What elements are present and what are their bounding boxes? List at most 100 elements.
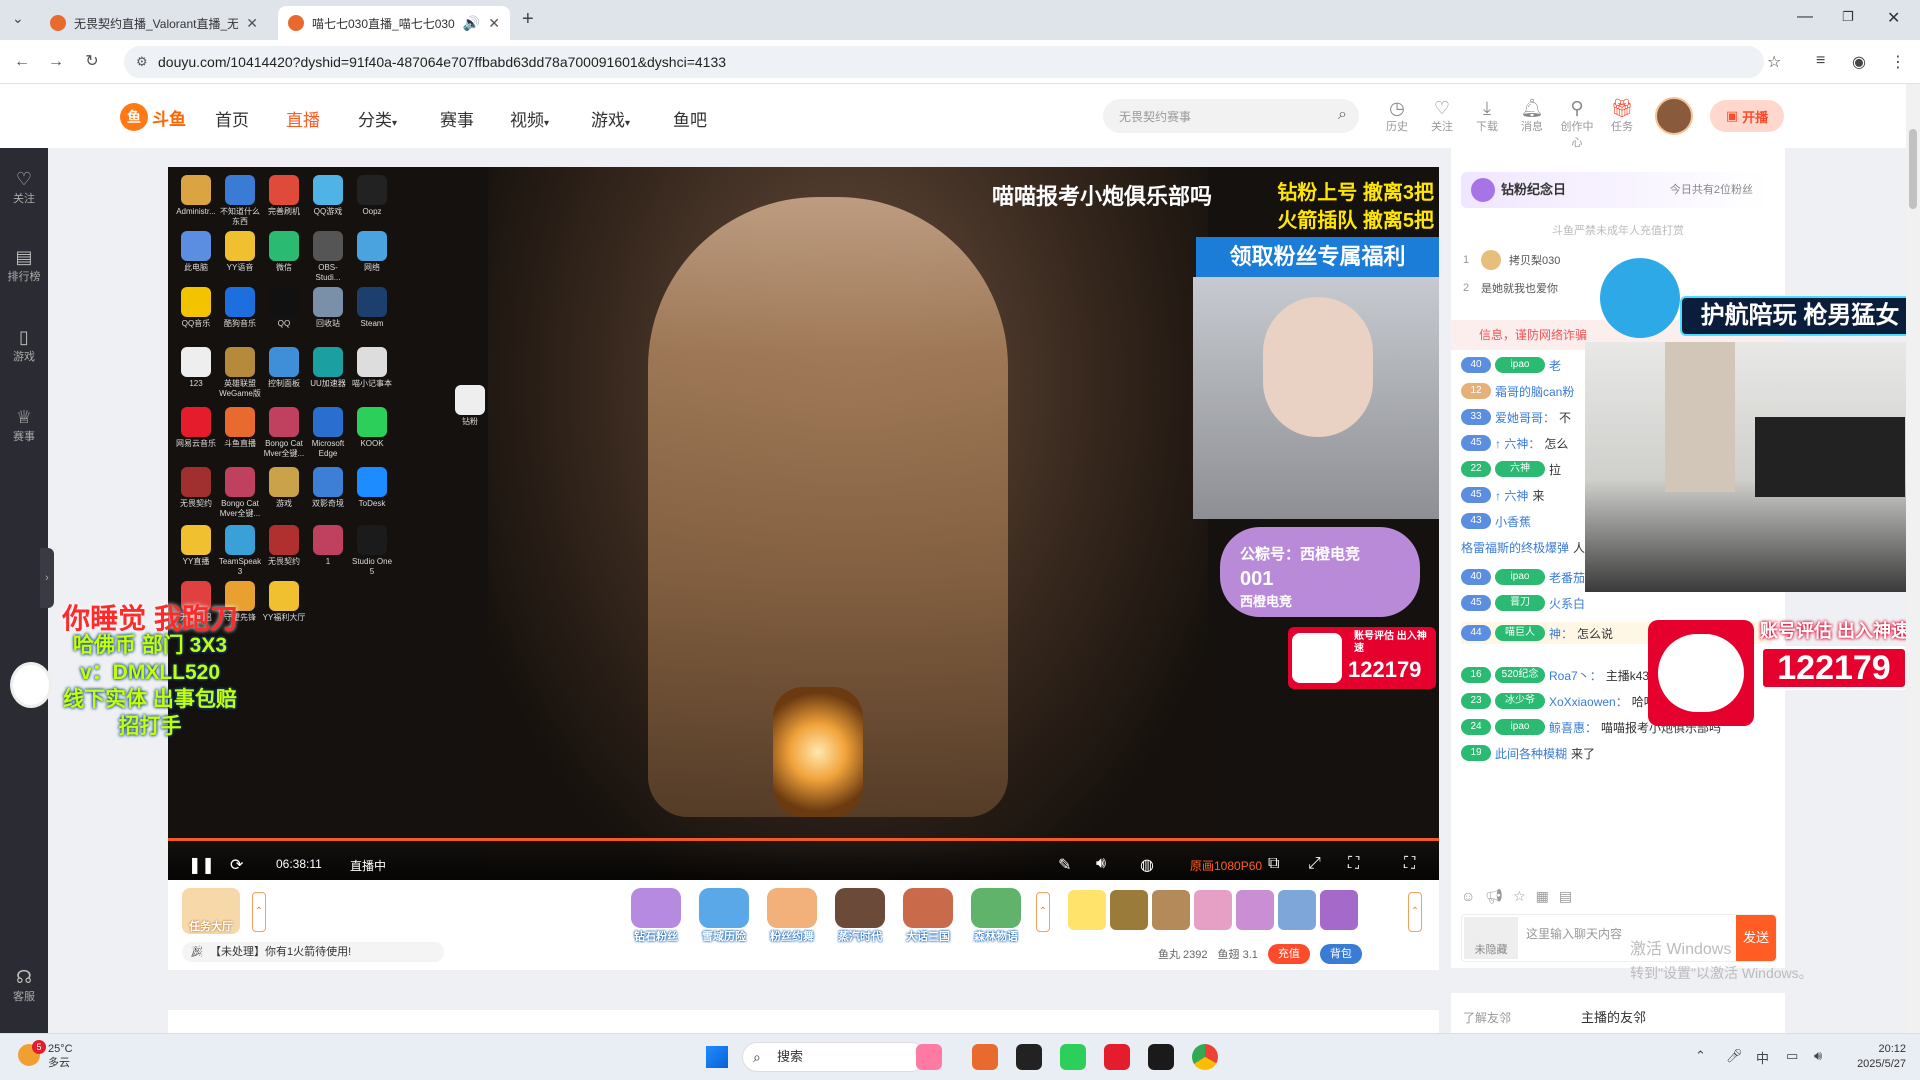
- nav-games[interactable]: 游戏▾: [591, 106, 630, 131]
- danmaku-icon[interactable]: ◍: [1140, 855, 1154, 875]
- sidebar-item-game[interactable]: ▯ 游戏: [0, 326, 48, 364]
- chat-username[interactable]: XoXxiaowen：: [1549, 693, 1628, 710]
- bookmark-star-icon[interactable]: ☆: [1767, 52, 1781, 72]
- start-live-button[interactable]: ▣ 开播: [1710, 100, 1784, 132]
- nav-home[interactable]: 首页: [215, 106, 249, 131]
- item-slot[interactable]: [1320, 890, 1358, 930]
- recharge-button[interactable]: 充值: [1267, 944, 1310, 964]
- scrollbar-thumb[interactable]: [1909, 129, 1917, 209]
- chat-username[interactable]: ↑ 六神：: [1495, 435, 1540, 452]
- audio-icon[interactable]: 🔊: [463, 15, 480, 32]
- desktop-icon[interactable]: Microsoft Edge: [306, 407, 350, 459]
- start-button[interactable]: [706, 1046, 728, 1068]
- desktop-icon[interactable]: QQ音乐: [174, 287, 218, 339]
- search-icon[interactable]: ⌕: [1338, 106, 1347, 124]
- desktop-icon[interactable]: ToDesk: [350, 467, 394, 519]
- refresh-icon[interactable]: ⟳: [230, 855, 243, 875]
- chat-username[interactable]: 小香蕉: [1495, 513, 1531, 530]
- minimize-button[interactable]: —: [1797, 8, 1813, 26]
- weather-widget[interactable]: 5 25°C 多云: [18, 1040, 73, 1070]
- star-icon[interactable]: ☆: [1513, 888, 1526, 908]
- sidebar-item-rank[interactable]: ▤ 排行榜: [0, 246, 48, 284]
- desktop-icon[interactable]: 英雄联盟WeGame版: [218, 347, 262, 399]
- speaker-icon[interactable]: 🔊︎: [1814, 1048, 1822, 1064]
- item-slot[interactable]: [1152, 890, 1190, 930]
- fullscreen-page-icon[interactable]: ⛶: [1404, 855, 1415, 873]
- desktop-icon[interactable]: 完善刷机: [262, 175, 306, 227]
- edit-icon[interactable]: ✎: [1058, 855, 1071, 875]
- chat-username[interactable]: 霜哥的脑can粉: [1495, 383, 1574, 400]
- menu-icon[interactable]: ⋮: [1890, 52, 1906, 72]
- chat-username[interactable]: 神：: [1549, 625, 1573, 642]
- search-input[interactable]: 无畏契约赛事 ⌕: [1103, 99, 1359, 133]
- item-slot[interactable]: [1236, 890, 1274, 930]
- gift-scroll-left[interactable]: ⌃: [252, 892, 266, 932]
- desktop-icon[interactable]: YY直播: [174, 525, 218, 577]
- mic-icon[interactable]: 🎤︎: [1726, 1048, 1743, 1064]
- desktop-icon[interactable]: 123: [174, 347, 218, 399]
- taskbar-app-netease[interactable]: [1104, 1044, 1130, 1070]
- desktop-icon[interactable]: 喵小记事本: [350, 347, 394, 399]
- desktop-icon[interactable]: QQ: [262, 287, 306, 339]
- follow-button[interactable]: ♡ 关注: [1425, 98, 1459, 134]
- desktop-icon[interactable]: Studio One 5: [350, 525, 394, 577]
- quality-selector[interactable]: 原画1080P60: [1190, 857, 1262, 874]
- taskbar-app-douyu[interactable]: [972, 1044, 998, 1070]
- tab-current[interactable]: 喵七七030直播_喵七七030 🔊 ✕: [278, 6, 510, 40]
- rocket-notice[interactable]: 🎉︎ 【未处理】你有1火箭待使用!: [182, 942, 444, 962]
- sidebar-expand-button[interactable]: ›: [40, 548, 54, 608]
- desktop-icon[interactable]: 不知道什么东西: [218, 175, 262, 227]
- tab-valorant[interactable]: 无畏契约直播_Valorant直播_无 ✕: [40, 6, 268, 40]
- close-icon[interactable]: ✕: [246, 15, 258, 32]
- wide-icon[interactable]: ⤢: [1308, 855, 1321, 873]
- desktop-icon[interactable]: 网易云音乐: [174, 407, 218, 459]
- desktop-icon[interactable]: Steam: [350, 287, 394, 339]
- taskbar-search[interactable]: ⌕ 搜索: [742, 1042, 926, 1072]
- item-slot[interactable]: [1278, 890, 1316, 930]
- taskbar-app-pinball[interactable]: [916, 1044, 942, 1070]
- desktop-icon[interactable]: 酷狗音乐: [218, 287, 262, 339]
- tab-search-icon[interactable]: ⌄: [12, 10, 24, 27]
- desktop-icon[interactable]: Oopz: [350, 175, 394, 227]
- forward-button[interactable]: →: [46, 52, 66, 72]
- window-close-button[interactable]: ✕: [1887, 8, 1900, 28]
- desktop-icon[interactable]: 网络: [350, 231, 394, 283]
- desktop-icon[interactable]: 控制面板: [262, 347, 306, 399]
- chat-username[interactable]: 鲸喜惠：: [1549, 719, 1597, 736]
- network-icon[interactable]: ▭: [1786, 1048, 1798, 1064]
- chat-username[interactable]: 火系白: [1549, 595, 1585, 612]
- item-slot[interactable]: [1110, 890, 1148, 930]
- chat-username[interactable]: Roa7丶：: [1549, 667, 1602, 684]
- nav-events[interactable]: 赛事: [440, 106, 474, 131]
- download-button[interactable]: ⤓ 下载: [1470, 98, 1504, 134]
- user-avatar[interactable]: [1655, 97, 1693, 135]
- volume-icon[interactable]: 🔊︎: [1096, 855, 1106, 873]
- gift-item[interactable]: 森林物语: [966, 888, 1026, 944]
- desktop-icon[interactable]: 钻粉: [448, 385, 492, 437]
- item-slot[interactable]: [1068, 890, 1106, 930]
- video-player[interactable]: Administr... 不知道什么东西 完善刷机 QQ游戏 Oopz 此电脑 YY语音 微信…: [168, 167, 1439, 880]
- send-button[interactable]: 发送: [1736, 915, 1776, 961]
- desktop-icon[interactable]: 1: [306, 525, 350, 577]
- gift-item[interactable]: 雪域历险: [694, 888, 754, 944]
- gift-item[interactable]: 大话三国: [898, 888, 958, 944]
- sidebar-item-events[interactable]: ♕ 赛事: [0, 406, 48, 444]
- nav-live[interactable]: 直播: [286, 106, 320, 131]
- pause-icon[interactable]: ❚❚: [188, 855, 215, 875]
- douyu-logo[interactable]: 鱼 斗鱼: [120, 100, 198, 134]
- reload-button[interactable]: ↻: [82, 52, 102, 72]
- chat-message[interactable]: 19 此间各种模糊 来了: [1461, 742, 1771, 764]
- taskbar-app-obs[interactable]: [1016, 1044, 1042, 1070]
- backpack-button[interactable]: 背包: [1319, 944, 1362, 964]
- fan-anniversary[interactable]: 钻粉纪念日 今日共有2位粉丝: [1461, 172, 1767, 208]
- history-button[interactable]: ◷ 历史: [1380, 98, 1414, 134]
- desktop-icon[interactable]: UU加速器: [306, 347, 350, 399]
- taskbar-app-chrome[interactable]: [1192, 1044, 1218, 1070]
- gift-scroll-right[interactable]: ⌃: [1036, 892, 1050, 932]
- url-field[interactable]: ⚙ douyu.com/10414420?dyshid=91f40a-48706…: [124, 46, 1764, 78]
- horn-icon[interactable]: 📢︎: [1485, 888, 1503, 908]
- desktop-icon[interactable]: Administr...: [174, 175, 218, 227]
- chat-message[interactable]: 45 晋刀 火系白: [1461, 592, 1771, 614]
- desktop-icon[interactable]: 无畏契约: [262, 525, 306, 577]
- ime-indicator[interactable]: 中: [1756, 1048, 1769, 1067]
